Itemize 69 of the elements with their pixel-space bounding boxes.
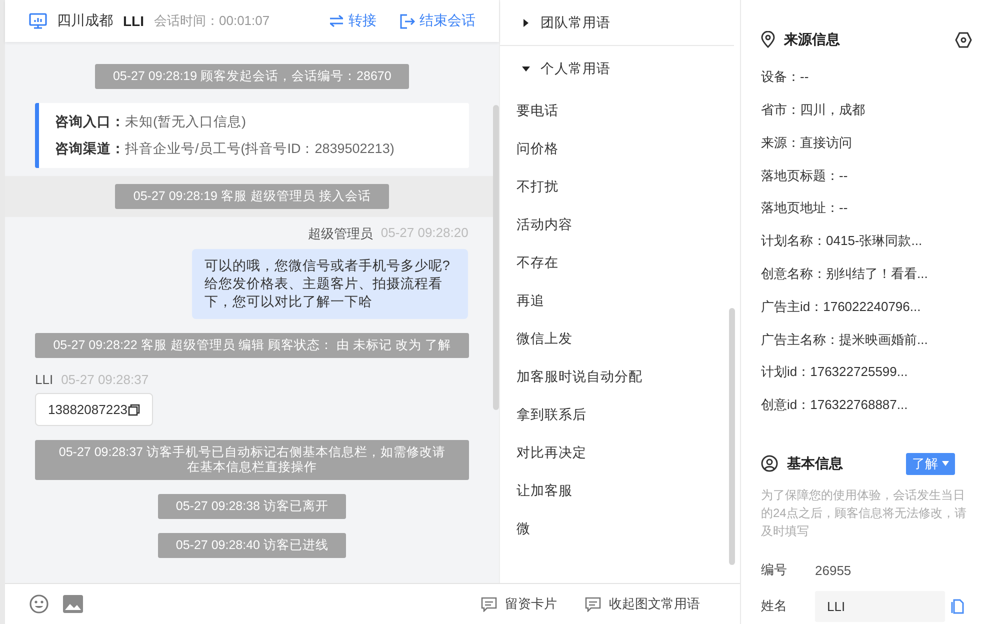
sender-name: 超级管理员 (308, 225, 373, 243)
notice-text: 为了保障您的使用体验，会话发生当日的24点之后，顾客信息将无法修改，请及时填写 (761, 487, 968, 540)
message-time: 05-27 09:28:37 (61, 372, 149, 387)
system-message: 05-27 09:28:22 客服 超级管理员 编辑 顾客状态： 由 未标记 改为 了解 (35, 333, 470, 358)
field-value: 26955 (815, 562, 852, 578)
comment-icon (585, 596, 601, 612)
phrase-group-toggle[interactable]: 个人常用语 (500, 46, 740, 92)
emoji-icon[interactable] (29, 594, 49, 614)
phrase-item[interactable]: 加客服时说自动分配 (500, 358, 740, 396)
system-message: 05-27 09:28:19 客服 超级管理员 接入会话 (115, 184, 389, 209)
scrollbar-thumb[interactable] (493, 105, 500, 410)
customer-name: LLI (123, 13, 144, 29)
message-time: 05-27 09:28:20 (380, 225, 468, 242)
info-field: 落地页标题：-- (761, 159, 972, 192)
location-pin-icon (761, 31, 775, 48)
copy-icon[interactable] (128, 404, 140, 416)
location-text: 四川成都 (57, 12, 113, 30)
info-field: 落地页地址：-- (761, 192, 972, 225)
info-field: 创意id：176322768887... (761, 388, 972, 422)
section-title: 来源信息 (784, 30, 840, 49)
phrase-item[interactable]: 活动内容 (500, 206, 740, 244)
caret-right-icon (522, 18, 530, 26)
comment-icon (481, 596, 497, 612)
system-message: 05-27 09:28:37 访客手机号已自动标记右侧基本信息栏，如需修改请在基本信息栏直接操作 (35, 440, 470, 480)
sender-name: LLI (35, 372, 54, 387)
info-field: 计划名称：0415-张琳同款... (761, 224, 972, 258)
info-field: 计划id：176322725599... (761, 356, 972, 389)
info-field: 设备：-- (761, 60, 972, 94)
end-session-button[interactable]: 结束会话 (400, 12, 476, 30)
image-icon[interactable] (63, 595, 83, 613)
system-message: 05-27 09:28:19 顾客发起会话，会话编号：28670 (94, 64, 410, 89)
info-field: 广告主id：176022240796... (761, 290, 972, 324)
message-bubble: 可以的哦，您微信号或者手机号多少呢?给您发价格表、主题客片、拍摄流程看下，您可以对比了解一下哈 (192, 249, 468, 319)
info-field: 创意名称：别纠结了！看看... (761, 258, 972, 290)
system-message: 05-27 09:28:38 访客已离开 (158, 494, 346, 519)
card-row-text: 咨询入口：未知(暂无入口信息) (55, 113, 247, 131)
info-field: 广告主名称：提米映画婚前... (761, 323, 972, 356)
phrase-item[interactable]: 拿到联系后 (500, 396, 740, 434)
system-message: 05-27 09:28:40 访客已进线 (158, 533, 346, 558)
message-bubble: 13882087223 (35, 393, 153, 426)
caret-down-icon (942, 461, 949, 466)
phrase-item[interactable]: 不打扰 (500, 168, 740, 206)
phrase-group-toggle[interactable]: 团队常用语 (500, 0, 734, 46)
toolbar-button[interactable]: 收起图文常用语 (585, 595, 700, 613)
phrase-item[interactable]: 要电话 (500, 92, 740, 130)
transfer-button[interactable]: 转接 (329, 12, 376, 30)
swap-arrows-icon (329, 15, 344, 27)
card-row-text: 咨询渠道：抖音企业号/员工号(抖音号ID：2839502213) (55, 140, 396, 158)
phrase-item[interactable]: 问价格 (500, 130, 740, 168)
scrollbar-thumb[interactable] (729, 308, 735, 565)
phrase-item[interactable]: 不存在 (500, 244, 740, 282)
user-icon (761, 455, 778, 472)
name-input[interactable]: LLI (815, 590, 945, 622)
info-field: 来源：直接访问 (761, 126, 972, 160)
exit-icon (400, 14, 416, 28)
section-title: 基本信息 (787, 454, 843, 473)
info-field: 省市：四川，成都 (761, 94, 972, 126)
field-label: 编号 (761, 561, 788, 580)
toolbar-button[interactable]: 留资卡片 (481, 595, 557, 613)
monitor-icon (29, 13, 47, 29)
phrase-item[interactable]: 让加客服 (500, 472, 740, 510)
field-label: 姓名 (761, 597, 788, 616)
phrase-item[interactable]: 再追 (500, 282, 740, 320)
settings-icon[interactable] (955, 32, 972, 48)
caret-down-icon (522, 65, 530, 73)
phrase-item[interactable]: 微 (500, 510, 740, 548)
phrase-item[interactable]: 对比再决定 (500, 434, 740, 472)
session-time: 会话时间：00:01:07 (154, 12, 270, 30)
phrase-item[interactable]: 微信上发 (500, 320, 740, 358)
